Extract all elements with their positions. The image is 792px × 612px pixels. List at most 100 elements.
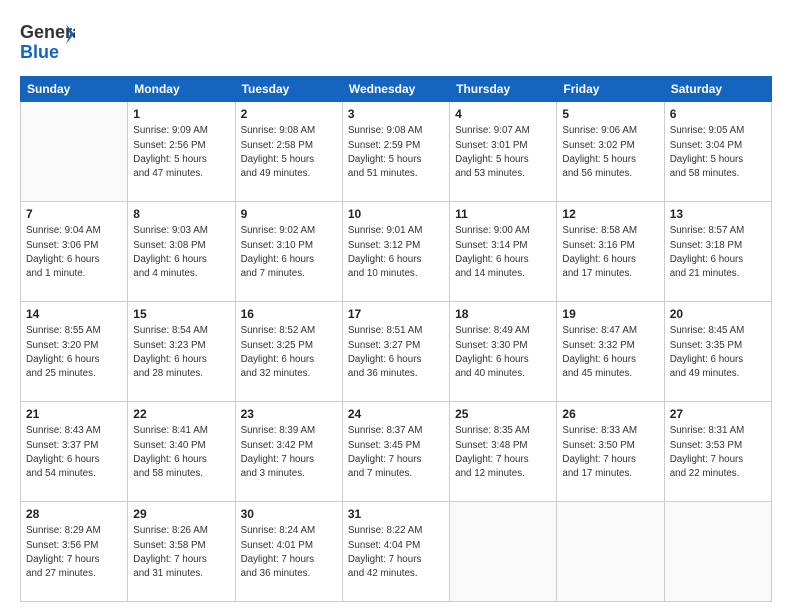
- day-info: Sunrise: 8:24 AM Sunset: 4:01 PM Dayligh…: [241, 524, 337, 581]
- day-number: 20: [670, 306, 766, 323]
- day-info: Sunrise: 8:45 AM Sunset: 3:35 PM Dayligh…: [670, 324, 766, 381]
- day-info: Sunrise: 9:04 AM Sunset: 3:06 PM Dayligh…: [26, 224, 122, 281]
- day-number: 9: [241, 206, 337, 223]
- day-number: 3: [348, 106, 444, 123]
- day-info: Sunrise: 8:37 AM Sunset: 3:45 PM Dayligh…: [348, 424, 444, 481]
- day-cell: 9Sunrise: 9:02 AM Sunset: 3:10 PM Daylig…: [235, 202, 342, 302]
- day-cell: [21, 102, 128, 202]
- day-number: 15: [133, 306, 229, 323]
- day-cell: 23Sunrise: 8:39 AM Sunset: 3:42 PM Dayli…: [235, 402, 342, 502]
- day-number: 1: [133, 106, 229, 123]
- day-info: Sunrise: 9:08 AM Sunset: 2:59 PM Dayligh…: [348, 124, 444, 181]
- day-cell: 19Sunrise: 8:47 AM Sunset: 3:32 PM Dayli…: [557, 302, 664, 402]
- day-info: Sunrise: 9:03 AM Sunset: 3:08 PM Dayligh…: [133, 224, 229, 281]
- day-info: Sunrise: 8:26 AM Sunset: 3:58 PM Dayligh…: [133, 524, 229, 581]
- day-number: 27: [670, 406, 766, 423]
- day-number: 10: [348, 206, 444, 223]
- day-number: 24: [348, 406, 444, 423]
- day-info: Sunrise: 9:01 AM Sunset: 3:12 PM Dayligh…: [348, 224, 444, 281]
- day-cell: 8Sunrise: 9:03 AM Sunset: 3:08 PM Daylig…: [128, 202, 235, 302]
- day-info: Sunrise: 8:31 AM Sunset: 3:53 PM Dayligh…: [670, 424, 766, 481]
- day-number: 2: [241, 106, 337, 123]
- day-info: Sunrise: 8:43 AM Sunset: 3:37 PM Dayligh…: [26, 424, 122, 481]
- day-number: 13: [670, 206, 766, 223]
- day-number: 14: [26, 306, 122, 323]
- day-number: 29: [133, 506, 229, 523]
- day-cell: 22Sunrise: 8:41 AM Sunset: 3:40 PM Dayli…: [128, 402, 235, 502]
- day-cell: 1Sunrise: 9:09 AM Sunset: 2:56 PM Daylig…: [128, 102, 235, 202]
- day-cell: 29Sunrise: 8:26 AM Sunset: 3:58 PM Dayli…: [128, 502, 235, 602]
- day-number: 4: [455, 106, 551, 123]
- day-info: Sunrise: 9:02 AM Sunset: 3:10 PM Dayligh…: [241, 224, 337, 281]
- day-info: Sunrise: 8:57 AM Sunset: 3:18 PM Dayligh…: [670, 224, 766, 281]
- logo: GeneralBlue: [20, 16, 75, 66]
- day-cell: 6Sunrise: 9:05 AM Sunset: 3:04 PM Daylig…: [664, 102, 771, 202]
- day-number: 21: [26, 406, 122, 423]
- day-number: 23: [241, 406, 337, 423]
- day-cell: 4Sunrise: 9:07 AM Sunset: 3:01 PM Daylig…: [450, 102, 557, 202]
- col-header-thursday: Thursday: [450, 77, 557, 102]
- day-info: Sunrise: 9:08 AM Sunset: 2:58 PM Dayligh…: [241, 124, 337, 181]
- day-cell: 16Sunrise: 8:52 AM Sunset: 3:25 PM Dayli…: [235, 302, 342, 402]
- day-number: 19: [562, 306, 658, 323]
- header-row: SundayMondayTuesdayWednesdayThursdayFrid…: [21, 77, 772, 102]
- day-cell: 13Sunrise: 8:57 AM Sunset: 3:18 PM Dayli…: [664, 202, 771, 302]
- svg-text:Blue: Blue: [20, 42, 59, 62]
- day-cell: 25Sunrise: 8:35 AM Sunset: 3:48 PM Dayli…: [450, 402, 557, 502]
- day-cell: 30Sunrise: 8:24 AM Sunset: 4:01 PM Dayli…: [235, 502, 342, 602]
- day-cell: 27Sunrise: 8:31 AM Sunset: 3:53 PM Dayli…: [664, 402, 771, 502]
- day-cell: 12Sunrise: 8:58 AM Sunset: 3:16 PM Dayli…: [557, 202, 664, 302]
- day-number: 18: [455, 306, 551, 323]
- day-cell: 17Sunrise: 8:51 AM Sunset: 3:27 PM Dayli…: [342, 302, 449, 402]
- day-number: 11: [455, 206, 551, 223]
- day-cell: 10Sunrise: 9:01 AM Sunset: 3:12 PM Dayli…: [342, 202, 449, 302]
- day-cell: 3Sunrise: 9:08 AM Sunset: 2:59 PM Daylig…: [342, 102, 449, 202]
- day-cell: 21Sunrise: 8:43 AM Sunset: 3:37 PM Dayli…: [21, 402, 128, 502]
- day-number: 17: [348, 306, 444, 323]
- day-info: Sunrise: 8:35 AM Sunset: 3:48 PM Dayligh…: [455, 424, 551, 481]
- week-row-5: 28Sunrise: 8:29 AM Sunset: 3:56 PM Dayli…: [21, 502, 772, 602]
- day-number: 5: [562, 106, 658, 123]
- day-cell: 11Sunrise: 9:00 AM Sunset: 3:14 PM Dayli…: [450, 202, 557, 302]
- day-cell: 26Sunrise: 8:33 AM Sunset: 3:50 PM Dayli…: [557, 402, 664, 502]
- col-header-sunday: Sunday: [21, 77, 128, 102]
- week-row-4: 21Sunrise: 8:43 AM Sunset: 3:37 PM Dayli…: [21, 402, 772, 502]
- day-number: 31: [348, 506, 444, 523]
- week-row-2: 7Sunrise: 9:04 AM Sunset: 3:06 PM Daylig…: [21, 202, 772, 302]
- day-cell: 31Sunrise: 8:22 AM Sunset: 4:04 PM Dayli…: [342, 502, 449, 602]
- day-info: Sunrise: 9:07 AM Sunset: 3:01 PM Dayligh…: [455, 124, 551, 181]
- day-info: Sunrise: 8:33 AM Sunset: 3:50 PM Dayligh…: [562, 424, 658, 481]
- day-info: Sunrise: 8:52 AM Sunset: 3:25 PM Dayligh…: [241, 324, 337, 381]
- col-header-monday: Monday: [128, 77, 235, 102]
- day-number: 12: [562, 206, 658, 223]
- day-number: 6: [670, 106, 766, 123]
- day-cell: 7Sunrise: 9:04 AM Sunset: 3:06 PM Daylig…: [21, 202, 128, 302]
- day-info: Sunrise: 9:06 AM Sunset: 3:02 PM Dayligh…: [562, 124, 658, 181]
- col-header-wednesday: Wednesday: [342, 77, 449, 102]
- generalblue-logo-icon: GeneralBlue: [20, 16, 75, 66]
- col-header-tuesday: Tuesday: [235, 77, 342, 102]
- day-cell: 24Sunrise: 8:37 AM Sunset: 3:45 PM Dayli…: [342, 402, 449, 502]
- day-info: Sunrise: 9:09 AM Sunset: 2:56 PM Dayligh…: [133, 124, 229, 181]
- day-cell: 2Sunrise: 9:08 AM Sunset: 2:58 PM Daylig…: [235, 102, 342, 202]
- day-cell: 5Sunrise: 9:06 AM Sunset: 3:02 PM Daylig…: [557, 102, 664, 202]
- day-info: Sunrise: 8:47 AM Sunset: 3:32 PM Dayligh…: [562, 324, 658, 381]
- day-number: 26: [562, 406, 658, 423]
- header: GeneralBlue: [20, 16, 772, 66]
- day-number: 25: [455, 406, 551, 423]
- col-header-saturday: Saturday: [664, 77, 771, 102]
- day-cell: 20Sunrise: 8:45 AM Sunset: 3:35 PM Dayli…: [664, 302, 771, 402]
- day-info: Sunrise: 8:49 AM Sunset: 3:30 PM Dayligh…: [455, 324, 551, 381]
- day-info: Sunrise: 8:54 AM Sunset: 3:23 PM Dayligh…: [133, 324, 229, 381]
- day-cell: 28Sunrise: 8:29 AM Sunset: 3:56 PM Dayli…: [21, 502, 128, 602]
- page: GeneralBlue SundayMondayTuesdayWednesday…: [0, 0, 792, 612]
- day-cell: [450, 502, 557, 602]
- day-cell: 18Sunrise: 8:49 AM Sunset: 3:30 PM Dayli…: [450, 302, 557, 402]
- day-info: Sunrise: 8:29 AM Sunset: 3:56 PM Dayligh…: [26, 524, 122, 581]
- day-info: Sunrise: 8:39 AM Sunset: 3:42 PM Dayligh…: [241, 424, 337, 481]
- week-row-3: 14Sunrise: 8:55 AM Sunset: 3:20 PM Dayli…: [21, 302, 772, 402]
- day-cell: 14Sunrise: 8:55 AM Sunset: 3:20 PM Dayli…: [21, 302, 128, 402]
- day-info: Sunrise: 9:00 AM Sunset: 3:14 PM Dayligh…: [455, 224, 551, 281]
- day-cell: [557, 502, 664, 602]
- day-number: 28: [26, 506, 122, 523]
